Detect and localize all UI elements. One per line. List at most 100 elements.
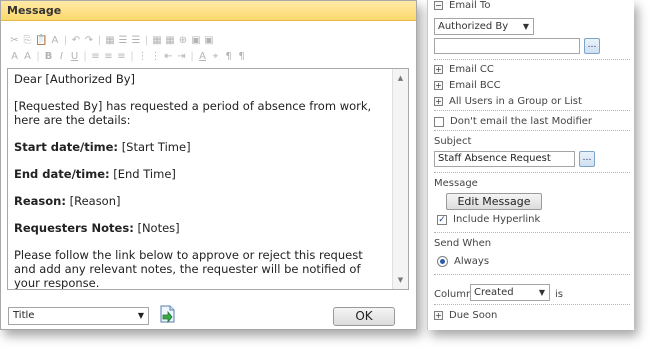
source-icon[interactable]: ▣ (203, 35, 214, 46)
outdent-icon[interactable]: ⇤ (163, 51, 174, 62)
toolbar-separator: | (144, 34, 149, 46)
insert-column-icon[interactable]: ☰ (130, 35, 141, 46)
message-editor[interactable]: Dear [Authorized By] [Requested By] has … (7, 68, 409, 290)
field-value: [End Time] (113, 167, 176, 181)
field-value: [Reason] (69, 194, 121, 208)
edit-message-button[interactable]: Edit Message (446, 193, 542, 210)
include-hyperlink-label: Include Hyperlink (453, 214, 541, 225)
expand-icon[interactable]: + (434, 65, 443, 74)
divider (434, 59, 630, 60)
numbered-list-icon[interactable]: ⋮ (137, 51, 148, 62)
scroll-down-icon[interactable]: ▼ (393, 273, 408, 287)
email-cc-label: Email CC (449, 64, 494, 75)
dont-email-row[interactable]: Don't email the last Modifier (434, 116, 630, 131)
indent-icon[interactable]: ⇥ (176, 51, 187, 62)
field-label: Start date/time: (14, 140, 119, 154)
send-when-label: Send When (434, 238, 492, 249)
field-value: [Notes] (137, 221, 180, 235)
insert-field-value: Title (13, 310, 35, 321)
subject-input[interactable]: Staff Absence Request (434, 151, 575, 167)
cut-icon[interactable]: ✂ (9, 35, 20, 46)
field-label: Requesters Notes: (14, 221, 134, 235)
email-cc-row[interactable]: + Email CC (434, 64, 630, 78)
field-line: Start date/time: [Start Time] (14, 140, 386, 154)
email-bcc-label: Email BCC (449, 80, 501, 91)
insert-row-icon[interactable]: ☰ (117, 35, 128, 46)
dialog-title: Message (1, 1, 416, 21)
dont-email-checkbox[interactable] (434, 116, 444, 127)
toolbar-separator: | (190, 50, 194, 62)
column-dropdown[interactable]: Created ▼ (470, 284, 550, 301)
toolbar-separator: | (97, 34, 102, 46)
chevron-down-icon: ▼ (538, 288, 545, 297)
cell-props-icon[interactable]: ▦ (164, 35, 175, 46)
is-label: is (555, 289, 563, 300)
always-row[interactable]: Always (437, 256, 489, 268)
undo-icon[interactable]: ↶ (70, 35, 81, 46)
highlight-icon[interactable]: ⌖ (210, 51, 221, 62)
message-label: Message (434, 178, 478, 189)
format-painter-icon[interactable]: A (49, 35, 60, 46)
editor-scrollbar[interactable]: ▲ ▼ (392, 69, 408, 289)
greeting-text: Dear [Authorized By] (14, 72, 136, 86)
align-right-icon[interactable]: ≡ (116, 51, 127, 62)
ltr-icon[interactable]: ¶ (223, 51, 234, 62)
include-hyperlink-checkbox[interactable]: ✓ (437, 214, 447, 225)
email-to-picker-button[interactable]: … (584, 38, 600, 54)
divider (434, 274, 630, 275)
font-icon[interactable]: A (9, 51, 20, 62)
email-to-header: − Email To (434, 0, 630, 15)
authorized-by-dropdown[interactable]: Authorized By ▼ (434, 18, 534, 35)
expand-icon[interactable]: + (434, 311, 443, 320)
bold-icon[interactable]: B (43, 51, 54, 62)
email-to-input[interactable] (434, 38, 580, 54)
subject-picker-button[interactable]: … (579, 151, 595, 167)
all-users-row[interactable]: + All Users in a Group or List (434, 96, 630, 111)
authorized-by-value: Authorized By (438, 21, 509, 32)
collapse-icon[interactable]: − (434, 1, 443, 10)
expand-icon[interactable]: + (434, 97, 443, 106)
text-color-icon[interactable]: A (197, 51, 208, 62)
image-icon[interactable]: ▣ (190, 35, 201, 46)
column-value: Created (474, 287, 514, 298)
toolbar-row-1: ✂ ⎘ 📋 A | ↶ ↷ | ▦ ☰ ☰ | ▦ ▦ ⊕ ▣ ▣ (4, 32, 413, 48)
dialog-footer: Title ▼ OK (1, 301, 416, 329)
divider (434, 304, 630, 305)
insert-field-icon[interactable] (157, 304, 177, 324)
expand-icon[interactable]: + (434, 81, 443, 90)
align-center-icon[interactable]: ≡ (103, 51, 114, 62)
table-props-icon[interactable]: ▦ (151, 35, 162, 46)
italic-icon[interactable]: I (56, 51, 67, 62)
include-hyperlink-row[interactable]: ✓ Include Hyperlink (437, 214, 540, 226)
scroll-up-icon[interactable]: ▲ (393, 71, 408, 85)
paste-icon[interactable]: 📋 (35, 35, 47, 46)
rtl-icon[interactable]: ¶ (236, 51, 247, 62)
underline-icon[interactable]: U (69, 51, 80, 62)
dont-email-label: Don't email the last Modifier (450, 116, 593, 127)
toolbar-separator: | (63, 34, 68, 46)
field-value: [Start Time] (121, 140, 191, 154)
email-to-label: Email To (449, 0, 491, 11)
email-bcc-row[interactable]: + Email BCC (434, 80, 630, 94)
hyperlink-icon[interactable]: ⊕ (177, 35, 188, 46)
column-label: Column (434, 289, 473, 300)
ok-button[interactable]: OK (333, 307, 395, 326)
copy-icon[interactable]: ⎘ (22, 35, 33, 46)
always-label: Always (454, 256, 490, 267)
insert-field-select[interactable]: Title ▼ (8, 307, 149, 325)
closing-text: Please follow the link below to approve … (14, 248, 363, 290)
due-soon-label: Due Soon (449, 310, 498, 321)
redo-icon[interactable]: ↷ (83, 35, 94, 46)
intro-text: [Requested By] has requested a period of… (14, 99, 372, 127)
chevron-down-icon: ▼ (137, 311, 144, 320)
table-icon[interactable]: ▦ (104, 35, 115, 46)
always-radio[interactable] (437, 256, 448, 267)
font-size-icon[interactable]: A (22, 51, 33, 62)
toolbar-row-2: A A | B I U | ≡ ≡ ≡ | ⋮ ⋮ ⇤ ⇥ | A ⌖ ¶ ¶ (4, 48, 413, 64)
due-soon-row[interactable]: + Due Soon (434, 310, 630, 324)
toolbar-separator: | (36, 50, 40, 62)
bullet-list-icon[interactable]: ⋮ (150, 51, 161, 62)
align-left-icon[interactable]: ≡ (90, 51, 101, 62)
field-label: Reason: (14, 194, 66, 208)
editor-content[interactable]: Dear [Authorized By] [Requested By] has … (8, 69, 392, 289)
